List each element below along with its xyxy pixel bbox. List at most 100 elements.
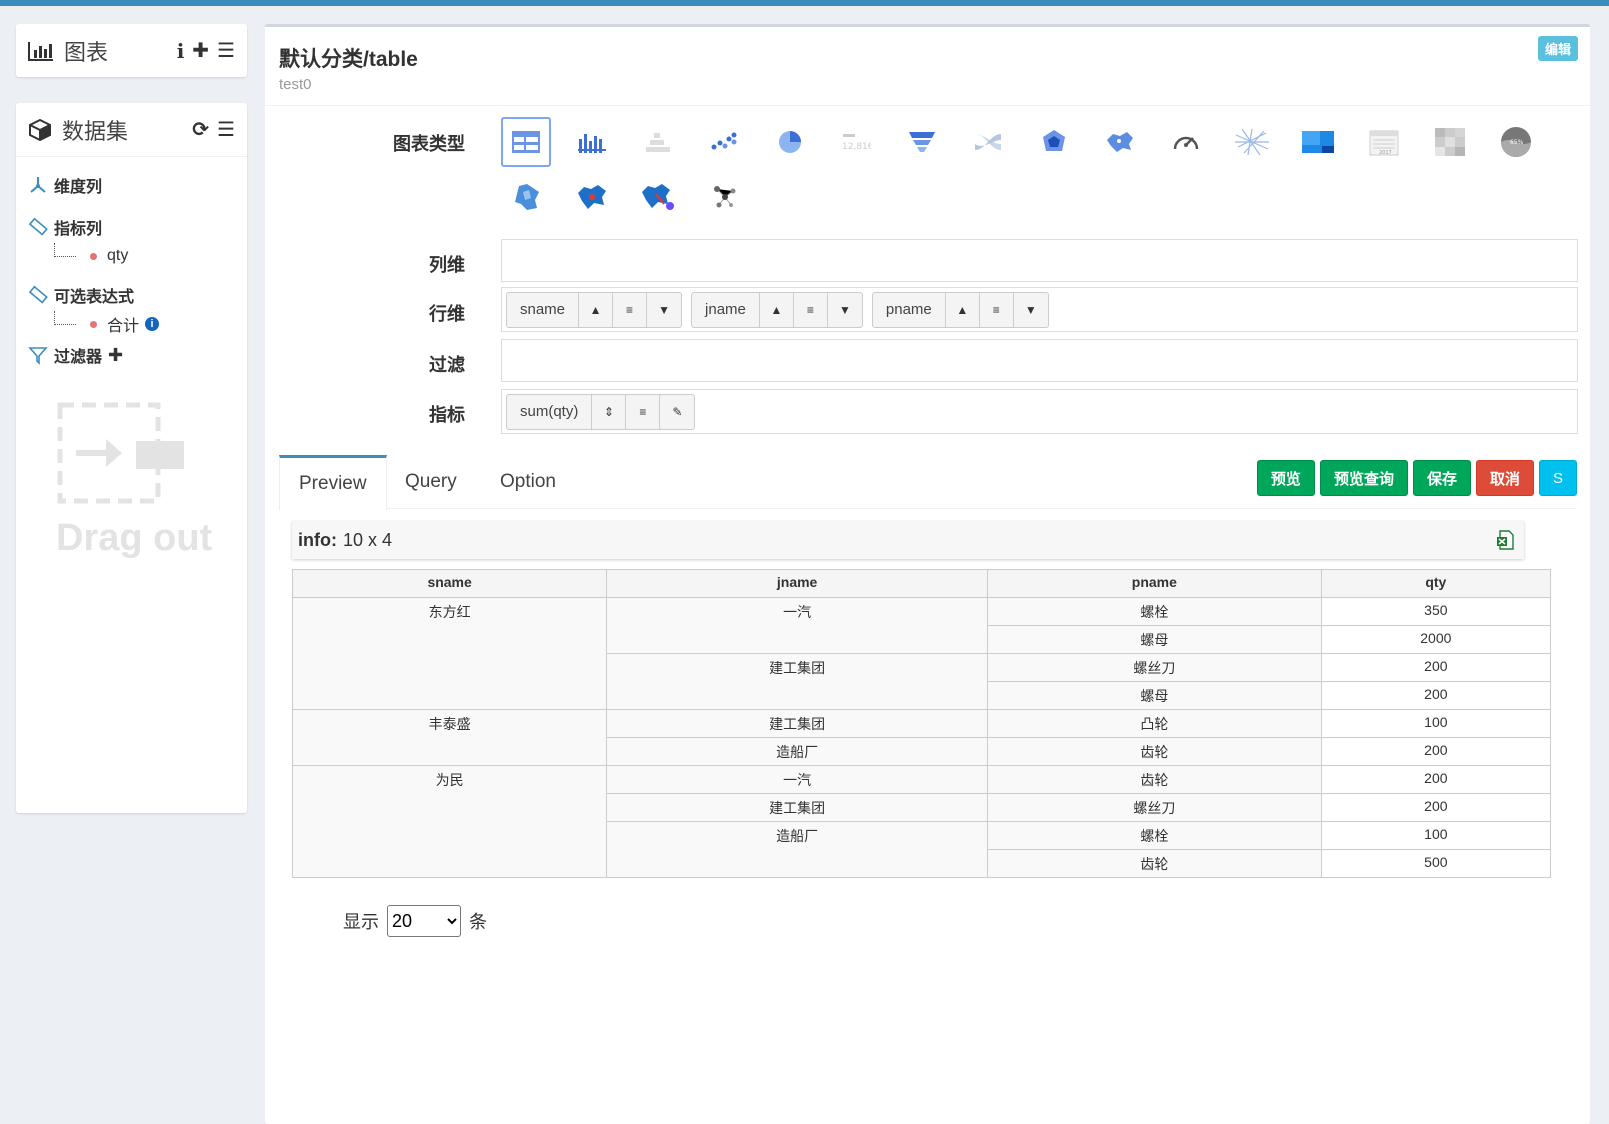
filters-node[interactable]: 过滤器 ✚ [28, 343, 235, 367]
drag-out-label: Drag out [56, 517, 213, 559]
dimensions-label: 维度列 [54, 179, 103, 196]
sankey-icon[interactable] [963, 117, 1013, 167]
info-icon[interactable]: i [177, 39, 185, 63]
align-icon[interactable]: ≡ [794, 292, 828, 327]
dimensions-node[interactable]: 维度列 [28, 173, 235, 197]
add-filter-icon[interactable]: ✚ [108, 345, 123, 366]
table-chart-icon[interactable] [501, 117, 551, 167]
page-subtitle: test0 [279, 76, 312, 93]
filter-dropzone[interactable] [501, 339, 1578, 382]
dimension-icon [30, 177, 46, 193]
preview-button[interactable]: 预览 [1256, 460, 1315, 496]
info-circle-icon[interactable]: i [145, 317, 160, 331]
tab-bar: Preview Query Option 预览 预览查询 保存 取消 S [279, 455, 1577, 510]
cell-pname: 螺丝刀 [987, 793, 1322, 822]
cell-sname: 东方红 [291, 597, 608, 710]
page-size-select[interactable]: 20 [387, 905, 461, 937]
map-marker-icon[interactable] [633, 172, 683, 222]
row-dim-name: sname [507, 292, 580, 327]
top-accent-bar [0, 0, 1609, 6]
gauge-chart-icon[interactable] [1161, 117, 1211, 167]
sort-icon[interactable]: ⇕ [592, 394, 627, 429]
menu-icon[interactable]: ☰ [217, 117, 235, 142]
filter-icon[interactable]: ▼ [1014, 293, 1048, 327]
cell-pname: 螺母 [987, 681, 1322, 710]
measure-dropzone[interactable]: sum(qty) ⇕ ≡ ✎ [501, 389, 1578, 434]
cell-sname: 为民 [291, 765, 608, 878]
cell-jname: 建工集团 [606, 709, 988, 738]
cell-jname: 建工集团 [606, 793, 988, 822]
treemap-icon[interactable] [1293, 117, 1343, 167]
cell-qty: 2000 [1320, 625, 1552, 654]
expressions-node[interactable]: 可选表达式 [28, 283, 235, 307]
edit-icon[interactable]: ✎ [660, 395, 694, 429]
save-button[interactable]: 保存 [1412, 460, 1471, 496]
map-chart-icon[interactable] [1095, 117, 1145, 167]
radar-chart-icon[interactable] [1029, 117, 1079, 167]
preview-query-button[interactable]: 预览查询 [1319, 460, 1408, 496]
sort-up-icon[interactable]: ▲ [579, 292, 614, 327]
row-dim-name: pname [873, 292, 946, 327]
s-button[interactable]: S [1538, 460, 1577, 496]
chart-panel: 图表 i ✚ ☰ [16, 24, 247, 77]
cell-qty: 200 [1320, 765, 1552, 794]
filter-icon [28, 347, 48, 365]
tab-option[interactable]: Option [481, 455, 575, 509]
sort-up-icon[interactable]: ▲ [946, 292, 980, 327]
stacked-bar-icon[interactable] [633, 117, 683, 167]
expression-item[interactable]: 合计 i [54, 311, 235, 337]
cell-sname: 丰泰盛 [291, 709, 608, 766]
measure-name: sum(qty) [507, 394, 593, 429]
row-dim-chip[interactable]: sname ▲ ≡ ▼ [506, 291, 683, 328]
filters-label: 过滤器 [54, 349, 103, 366]
filter-icon[interactable]: ▼ [828, 293, 862, 327]
cell-jname: 造船厂 [606, 821, 988, 878]
kpi-icon[interactable]: 12,816 [831, 117, 881, 167]
measure-chip[interactable]: sum(qty) ⇕ ≡ ✎ [506, 393, 696, 430]
cell-jname: 一汽 [606, 597, 988, 654]
row-dim-chip[interactable]: pname ▲ ≡ ▼ [871, 291, 1049, 328]
row-dim-label: 行维 [429, 304, 465, 324]
scatter-chart-icon[interactable] [699, 117, 749, 167]
cancel-button[interactable]: 取消 [1475, 460, 1534, 496]
tab-query[interactable]: Query [386, 455, 476, 509]
cell-pname: 齿轮 [987, 737, 1322, 766]
row-dim-dropzone[interactable]: sname ▲ ≡ ▼ jname ▲ ≡ ▼ pname ▲ ≡ ▼ [501, 287, 1578, 332]
menu-icon[interactable]: ☰ [217, 38, 235, 63]
expression-item-label: 合计 [107, 318, 140, 335]
bar-chart-type-icon[interactable] [567, 117, 617, 167]
measure-item[interactable]: qty [54, 243, 235, 269]
cell-qty: 100 [1320, 709, 1552, 738]
edit-badge[interactable]: 编辑 [1537, 36, 1578, 61]
refresh-icon[interactable]: ⟳ [192, 117, 209, 142]
calendar-icon[interactable]: 2017 [1359, 117, 1409, 167]
plus-icon[interactable]: ✚ [192, 38, 209, 63]
align-icon[interactable]: ≡ [980, 292, 1014, 327]
col-header: sname [291, 569, 608, 598]
word-cloud-icon[interactable] [1227, 117, 1277, 167]
filter-icon[interactable]: ▼ [647, 293, 681, 327]
pie-chart-icon[interactable] [765, 117, 815, 167]
map-province-icon[interactable] [501, 172, 551, 222]
liquid-fill-icon[interactable]: 65% [1491, 117, 1541, 167]
excel-export-icon[interactable] [1496, 530, 1516, 550]
relation-graph-icon[interactable] [699, 172, 749, 222]
cell-pname: 螺栓 [987, 821, 1322, 850]
table-row: 东方红 一汽 螺栓 350 [291, 597, 1552, 710]
align-icon[interactable]: ≡ [613, 292, 648, 327]
drag-out-zone[interactable]: Drag out [56, 401, 226, 560]
col-header: qty [1320, 569, 1552, 598]
align-icon[interactable]: ≡ [626, 394, 661, 429]
col-dim-dropzone[interactable] [501, 239, 1578, 282]
funnel-chart-icon[interactable] [897, 117, 947, 167]
map-bubble-icon[interactable] [567, 172, 617, 222]
cell-qty: 350 [1320, 597, 1552, 626]
cell-pname: 螺栓 [987, 597, 1322, 626]
row-dim-chip[interactable]: jname ▲ ≡ ▼ [691, 291, 863, 328]
tab-preview[interactable]: Preview [279, 455, 387, 510]
measures-node[interactable]: 指标列 [28, 215, 235, 239]
sort-up-icon[interactable]: ▲ [760, 292, 794, 327]
heatmap-icon[interactable] [1425, 117, 1475, 167]
ruler-icon [28, 285, 48, 304]
main-panel: 默认分类/table test0 编辑 图表类型 12,816 2017 65%… [265, 24, 1590, 1124]
